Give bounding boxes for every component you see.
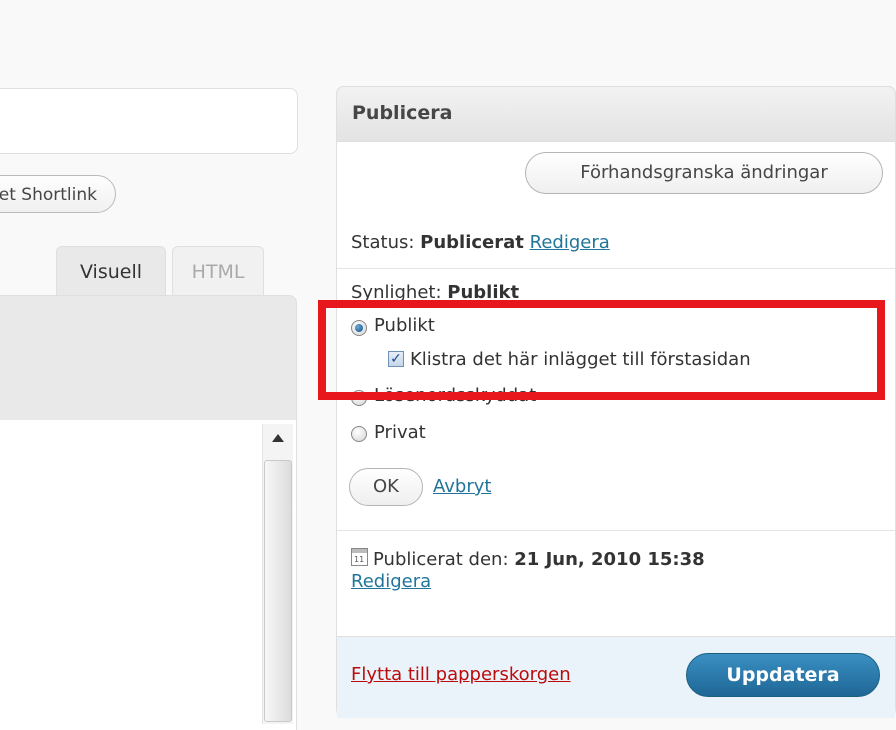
status-row: Status: Publicerat Redigera: [351, 232, 610, 253]
editor-content-area[interactable]: [0, 420, 297, 730]
published-on-value: 21 Jun, 2010 15:38: [514, 549, 705, 570]
update-button[interactable]: Uppdatera: [686, 653, 880, 697]
section-divider: [337, 268, 895, 269]
tab-html[interactable]: HTML: [172, 246, 264, 296]
scroll-up-arrow-icon[interactable]: [272, 434, 284, 442]
tab-visuell[interactable]: Visuell: [56, 246, 166, 296]
radio-private-label: Privat: [374, 422, 426, 443]
status-value: Publicerat: [420, 232, 524, 253]
calendar-icon: 11: [351, 548, 368, 566]
get-shortlink-button[interactable]: Get Shortlink: [0, 175, 116, 213]
preview-changes-button[interactable]: Förhandsgranska ändringar: [525, 152, 883, 194]
edit-date-link[interactable]: Redigera: [351, 571, 431, 592]
editor-toolbar: [0, 295, 297, 422]
edit-status-link[interactable]: Redigera: [530, 232, 610, 253]
radio-private[interactable]: [351, 426, 367, 442]
move-to-trash-link[interactable]: Flytta till papperskorgen: [351, 664, 571, 685]
visibility-ok-button[interactable]: OK: [349, 468, 423, 506]
visibility-cancel-link[interactable]: Avbryt: [433, 476, 491, 497]
section-divider: [337, 530, 895, 531]
highlight-annotation: [318, 300, 885, 400]
published-on-label: Publicerat den:: [373, 549, 509, 570]
published-on-row: Publicerat den: 21 Jun, 2010 15:38: [373, 549, 705, 570]
scrollbar-thumb[interactable]: [264, 460, 292, 722]
post-title-input[interactable]: [0, 88, 298, 154]
status-label: Status:: [351, 232, 415, 253]
publish-box-title: Publicera: [352, 102, 453, 124]
